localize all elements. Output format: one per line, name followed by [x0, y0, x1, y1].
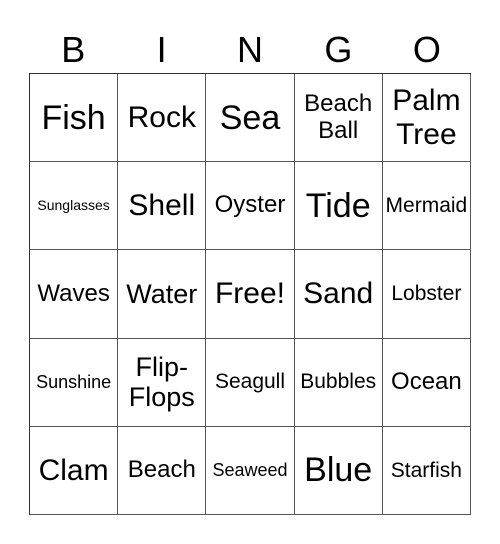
bingo-card: Fish Rock Sea Beach Ball Palm Tree Sungl…: [29, 73, 471, 515]
header-letter-n: N: [237, 29, 264, 70]
header-letter-i: I: [156, 29, 167, 70]
bingo-cell[interactable]: Tide: [294, 162, 383, 251]
bingo-cell[interactable]: Blue: [294, 426, 383, 515]
header-letter-g: G: [324, 29, 353, 70]
bingo-cell[interactable]: Oyster: [206, 162, 295, 251]
bingo-cell[interactable]: Bubbles: [294, 338, 383, 427]
bingo-cell[interactable]: Fish: [30, 74, 119, 163]
free-space-cell[interactable]: Free!: [206, 250, 295, 339]
bingo-cell[interactable]: Ocean: [382, 338, 471, 427]
bingo-cell[interactable]: Palm Tree: [382, 74, 471, 163]
bingo-cell[interactable]: Seagull: [206, 338, 295, 427]
bingo-cell[interactable]: Starfish: [382, 426, 471, 515]
bingo-cell[interactable]: Lobster: [382, 250, 471, 339]
bingo-cell[interactable]: Waves: [30, 250, 119, 339]
bingo-cell[interactable]: Shell: [118, 162, 207, 251]
header-letter-o: O: [412, 29, 441, 70]
bingo-cell[interactable]: Clam: [30, 426, 119, 515]
bingo-cell[interactable]: Mermaid: [382, 162, 471, 251]
bingo-cell[interactable]: Flip-Flops: [118, 338, 207, 427]
bingo-cell[interactable]: Sand: [294, 250, 383, 339]
bingo-cell[interactable]: Water: [118, 250, 207, 339]
bingo-header: B I N G O: [29, 28, 471, 72]
bingo-cell[interactable]: Beach: [118, 426, 207, 515]
bingo-cell[interactable]: Rock: [118, 74, 207, 163]
bingo-cell[interactable]: Sunshine: [30, 338, 119, 427]
bingo-cell[interactable]: Beach Ball: [294, 74, 383, 163]
header-letter-b: B: [61, 29, 86, 70]
bingo-cell[interactable]: Sunglasses: [30, 162, 119, 251]
bingo-cell[interactable]: Sea: [206, 74, 295, 163]
bingo-cell[interactable]: Seaweed: [206, 426, 295, 515]
